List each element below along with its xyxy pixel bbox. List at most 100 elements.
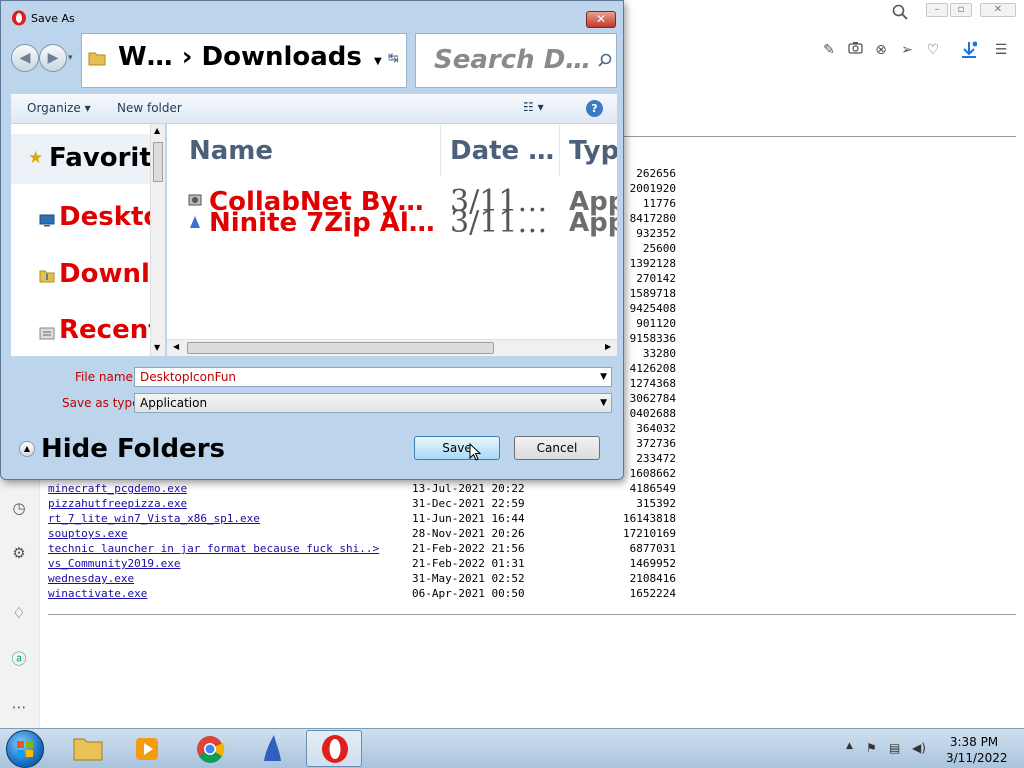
- edit-icon[interactable]: ✎: [820, 41, 838, 59]
- download-icon[interactable]: [960, 41, 978, 59]
- file-link[interactable]: technic launcher in jar format because f…: [48, 541, 379, 556]
- file-list: Name Date … Typ CollabNet By… 3/11… App …: [167, 124, 617, 356]
- file-size: 1469952: [629, 557, 676, 570]
- file-link[interactable]: pizzahutfreepizza.exe: [48, 496, 187, 511]
- network-icon[interactable]: ▤: [889, 741, 900, 755]
- dialog-navigation-bar: ◀ ▶ ▾ W… › Downloads ▼ ↹ Search D…: [7, 31, 617, 89]
- cancel-button-label: Cancel: [536, 441, 578, 455]
- address-bar[interactable]: W… › Downloads ▼: [81, 33, 407, 88]
- nav-pane-scrollbar[interactable]: ▲ ▼: [150, 124, 165, 356]
- column-header-name[interactable]: Name: [189, 136, 273, 166]
- navigation-pane: ★ Favorite Deskto Downlo Recent: [11, 124, 165, 356]
- file-size: 4186549: [629, 482, 676, 495]
- taskbar-app-blue[interactable]: [244, 730, 300, 767]
- file-date: 31-May-2021 02:52: [412, 572, 525, 585]
- back-button[interactable]: ◀: [11, 44, 39, 72]
- column-separator[interactable]: [559, 124, 560, 176]
- column-header-date[interactable]: Date …: [450, 136, 554, 166]
- listing-row: souptoys.exe 28-Nov-2021 20:26 17210169: [48, 526, 1016, 541]
- settings-icon[interactable]: ⚙: [9, 543, 29, 563]
- search-icon[interactable]: [891, 4, 909, 22]
- save-button-label: Save: [442, 441, 472, 455]
- listing-row: vs_Community2019.exe 21-Feb-2022 01:31 146…: [48, 556, 1016, 571]
- folder-icon: [88, 50, 106, 70]
- address-path: W… › Downloads: [118, 42, 362, 72]
- scroll-thumb[interactable]: [187, 342, 494, 354]
- search-placeholder: Search D…: [434, 45, 592, 75]
- start-button[interactable]: [6, 730, 44, 768]
- file-link[interactable]: vs_Community2019.exe: [48, 556, 180, 571]
- address-dropdown-icon[interactable]: ▼: [374, 56, 382, 67]
- recent-pages-chevron-icon[interactable]: ▾: [68, 53, 73, 63]
- view-options-icon[interactable]: ☷ ▾: [523, 100, 544, 114]
- maximize-button[interactable]: ▫: [950, 3, 972, 17]
- column-header-type[interactable]: Typ: [569, 136, 617, 166]
- divider: [48, 614, 1016, 615]
- listing-row: pizzahutfreepizza.exe 31-Dec-2021 22:59 31…: [48, 496, 1016, 511]
- heart-icon[interactable]: ♡: [924, 41, 942, 59]
- command-bar: Organize ▾ New folder ☷ ▾ ?: [11, 93, 617, 124]
- scroll-right-icon[interactable]: ▶: [605, 342, 611, 351]
- volume-icon[interactable]: ◀): [912, 741, 926, 755]
- taskbar-explorer[interactable]: [60, 730, 116, 767]
- taskbar: ▲ ⚑ ▤ ◀) 3:38 PM 3/11/2022: [0, 728, 1024, 768]
- save-type-select[interactable]: Application ▼: [134, 393, 612, 413]
- file-list-hscrollbar[interactable]: ◀ ▶: [167, 339, 617, 356]
- action-center-icon[interactable]: ⚑: [866, 741, 877, 755]
- minimize-button[interactable]: –: [926, 3, 948, 17]
- browser-sidebar: ◷ ⚙ ♢ ⓐ ⋯: [0, 475, 40, 728]
- file-link[interactable]: minecraft_pcgdemo.exe: [48, 481, 187, 496]
- file-link[interactable]: souptoys.exe: [48, 526, 127, 541]
- file-row-name[interactable]: Ninite 7Zip Al…: [209, 208, 435, 238]
- chevron-down-icon[interactable]: ▼: [600, 394, 607, 412]
- scroll-thumb[interactable]: [153, 142, 163, 182]
- file-name-input[interactable]: DesktopIconFun ▼: [134, 367, 612, 387]
- nav-item-recent[interactable]: Recent: [59, 315, 161, 345]
- file-link[interactable]: winactivate.exe: [48, 586, 147, 601]
- file-date: 21-Feb-2022 01:31: [412, 557, 525, 570]
- file-date: 11-Jun-2021 16:44: [412, 512, 525, 525]
- listing-row: winactivate.exe 06-Apr-2021 00:50 1652224: [48, 586, 1016, 601]
- taskbar-chrome[interactable]: [182, 730, 238, 767]
- file-size: 6877031: [629, 542, 676, 555]
- scroll-up-icon[interactable]: ▲: [154, 126, 160, 135]
- listing-row: rt_7_lite_win7_Vista_x86_sp1.exe 11-Jun-2…: [48, 511, 1016, 526]
- help-icon[interactable]: ?: [586, 100, 603, 117]
- file-name-label: File name:: [75, 370, 137, 384]
- scroll-down-icon[interactable]: ▼: [154, 343, 160, 352]
- scroll-left-icon[interactable]: ◀: [173, 342, 179, 351]
- taskbar-media-player[interactable]: [120, 730, 176, 767]
- search-box[interactable]: Search D…: [415, 33, 617, 88]
- show-hidden-icons[interactable]: ▲: [846, 741, 853, 751]
- menu-icon[interactable]: ☰: [992, 41, 1010, 59]
- chevron-down-icon[interactable]: ▼: [600, 368, 607, 386]
- more-icon[interactable]: ⋯: [9, 697, 29, 717]
- taskbar-opera[interactable]: [306, 730, 362, 767]
- dialog-close-button[interactable]: ✕: [586, 11, 616, 28]
- dialog-title: Save As: [31, 12, 75, 25]
- history-icon[interactable]: ◷: [9, 498, 29, 518]
- new-folder-button[interactable]: New folder: [117, 101, 182, 115]
- clock-time: 3:38 PM: [949, 735, 999, 749]
- close-window-button[interactable]: ✕: [980, 3, 1016, 17]
- save-as-dialog: Save As ✕ ◀ ▶ ▾ W… › Downloads ▼ ↹ Searc…: [0, 0, 624, 480]
- file-row-date: 3/11…: [450, 205, 548, 240]
- search-icon[interactable]: [598, 52, 612, 71]
- forward-button[interactable]: ▶: [39, 44, 67, 72]
- system-clock[interactable]: 3:38 PM 3/11/2022: [946, 734, 1008, 766]
- refresh-icon[interactable]: ↹: [388, 51, 399, 66]
- lightbulb-icon[interactable]: ♢: [9, 603, 29, 623]
- camera-icon[interactable]: [846, 41, 864, 59]
- organize-menu[interactable]: Organize ▾: [27, 101, 91, 115]
- favorites-header[interactable]: ★ Favorite: [11, 134, 165, 184]
- aria-icon[interactable]: ⓐ: [9, 649, 29, 669]
- column-separator[interactable]: [440, 124, 441, 176]
- file-link[interactable]: wednesday.exe: [48, 571, 134, 586]
- nav-item-desktop[interactable]: Deskto: [59, 202, 161, 232]
- block-icon[interactable]: ⊗: [872, 41, 890, 59]
- save-button[interactable]: Save: [414, 436, 500, 460]
- cancel-button[interactable]: Cancel: [514, 436, 600, 460]
- file-row-type: App: [569, 208, 617, 238]
- send-icon[interactable]: ➢: [898, 41, 916, 59]
- file-link[interactable]: rt_7_lite_win7_Vista_x86_sp1.exe: [48, 511, 260, 526]
